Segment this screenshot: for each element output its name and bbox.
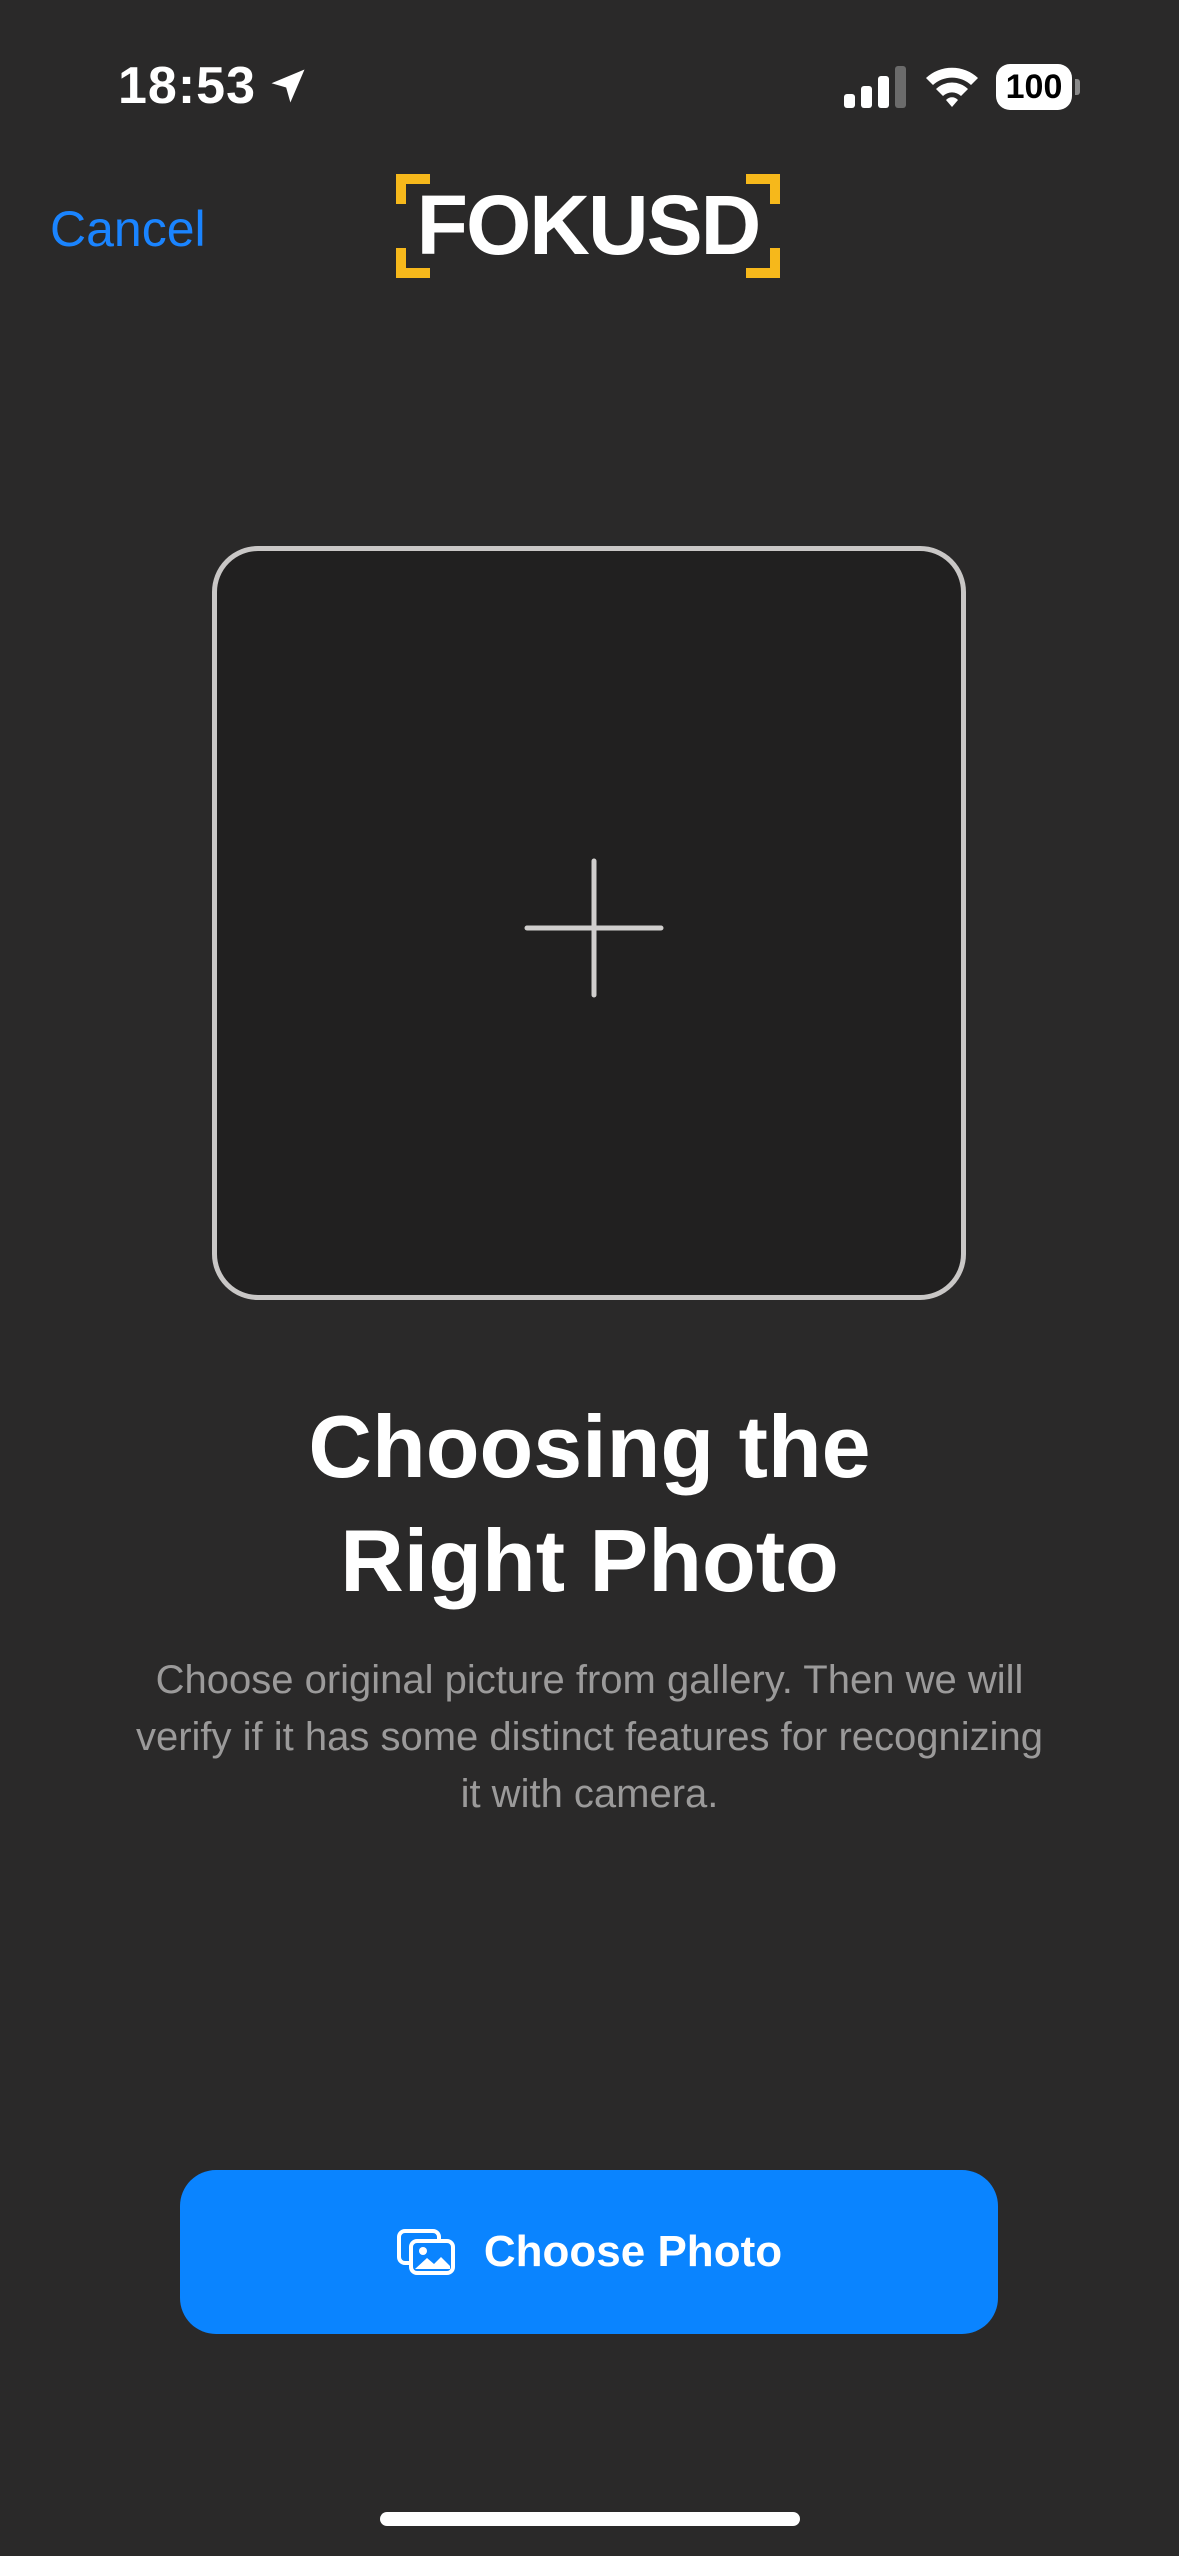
logo-text: FOKUSD <box>416 178 762 272</box>
home-indicator[interactable] <box>380 2512 800 2526</box>
page-title-line-1: Choosing the <box>308 1397 871 1496</box>
page-title: Choosing the Right Photo <box>0 1390 1179 1618</box>
fokusd-logo: FOKUSD <box>396 172 780 278</box>
page-title-line-2: Right Photo <box>340 1511 839 1610</box>
photo-placeholder[interactable] <box>212 546 966 1300</box>
plus-icon <box>524 858 664 998</box>
status-bar: 18:53 100 <box>0 0 1179 150</box>
navigation-bar: Cancel FOKUSD <box>0 150 1179 310</box>
location-arrow-icon <box>271 69 305 103</box>
wifi-icon <box>926 67 978 107</box>
photos-icon <box>396 2229 455 2275</box>
cancel-button[interactable]: Cancel <box>50 200 206 258</box>
battery-level: 100 <box>996 64 1072 110</box>
cellular-signal-icon <box>844 66 906 108</box>
battery-tip <box>1075 79 1080 95</box>
choose-photo-label: Choose Photo <box>483 2227 783 2276</box>
battery-indicator: 100 <box>996 64 1080 110</box>
choose-photo-button[interactable]: Choose Photo <box>180 2170 998 2334</box>
status-time: 18:53 <box>118 57 256 115</box>
page-description: Choose original picture from gallery. Th… <box>135 1658 1044 1816</box>
